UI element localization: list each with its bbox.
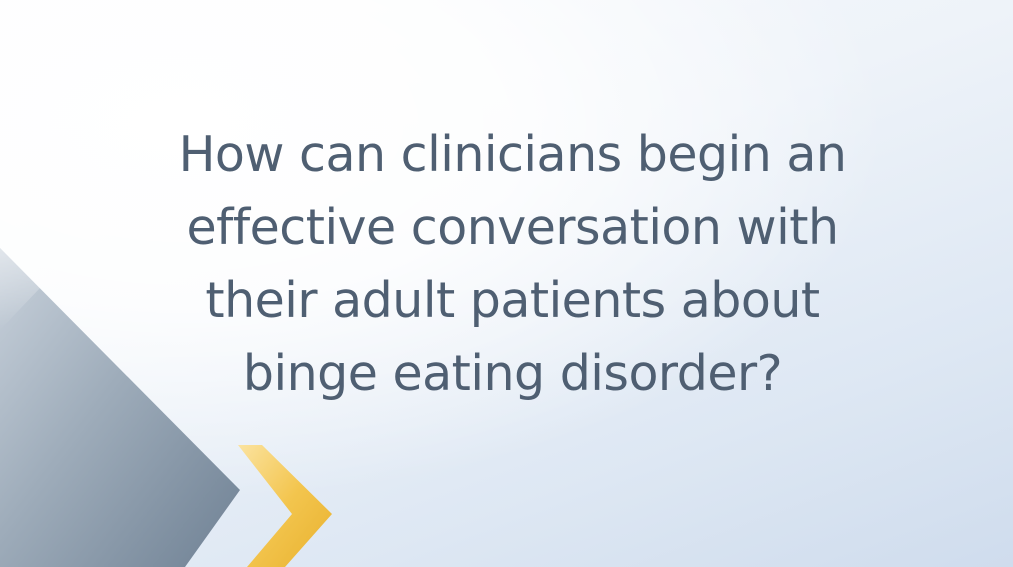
slide: How can clinicians begin an effective co… (0, 0, 1013, 567)
slide-question-text: How can clinicians begin an effective co… (178, 126, 847, 402)
yellow-chevron-shape (238, 445, 332, 567)
